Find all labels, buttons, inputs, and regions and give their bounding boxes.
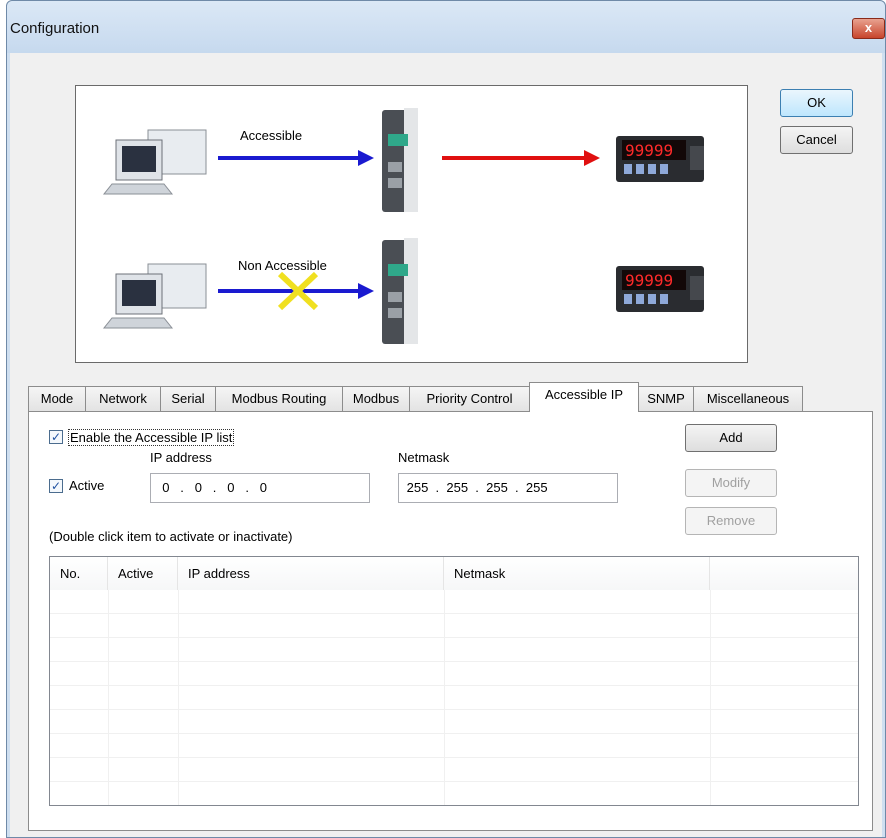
computer-icon (102, 129, 207, 195)
tab-modbus-routing[interactable]: Modbus Routing (215, 386, 343, 411)
column-header-ip-address[interactable]: IP address (178, 557, 444, 590)
close-icon: x (864, 20, 873, 35)
empty-row (50, 638, 858, 662)
modify-button[interactable]: Modify (685, 469, 777, 497)
meter-display: 99999 (625, 141, 673, 160)
accessible-ip-list[interactable]: No. Active IP address Netmask (49, 556, 859, 806)
add-button[interactable]: Add (685, 424, 777, 452)
computer-icon (102, 263, 207, 329)
dialog-client: 99999 Accessible Non Accessible 99999 OK… (10, 53, 882, 837)
window-title: Configuration (10, 20, 100, 37)
tab-modbus[interactable]: Modbus (342, 386, 410, 411)
close-button[interactable]: x (852, 18, 885, 39)
tab-priority-control[interactable]: Priority Control (409, 386, 530, 411)
gateway-device-icon (382, 108, 418, 212)
ip-address-label: IP address (150, 450, 212, 465)
active-checkbox[interactable]: ✓ (49, 479, 63, 493)
tab-network[interactable]: Network (85, 386, 161, 411)
remove-button[interactable]: Remove (685, 507, 777, 535)
configuration-dialog: Configuration x 99999 Accessible Non Acc… (6, 0, 886, 838)
empty-row (50, 590, 858, 614)
accessible-label: Accessible (240, 128, 302, 143)
empty-row (50, 710, 858, 734)
empty-row (50, 734, 858, 758)
accessible-ip-diagram: 99999 Accessible Non Accessible 99999 (75, 85, 748, 363)
tab-snmp[interactable]: SNMP (638, 386, 694, 411)
column-header-active[interactable]: Active (108, 557, 178, 590)
ip-address-input[interactable]: 0 . 0 . 0 . 0 (150, 473, 370, 503)
active-label: Active (69, 478, 105, 493)
empty-row (50, 614, 858, 638)
gateway-device-icon (382, 238, 418, 344)
meter-icon: 99999 (616, 266, 704, 312)
empty-row (50, 686, 858, 710)
list-header: No. Active IP address Netmask (50, 557, 858, 590)
ok-button[interactable]: OK (780, 89, 853, 117)
empty-row (50, 782, 858, 805)
column-header-no[interactable]: No. (50, 557, 108, 590)
netmask-input[interactable]: 255 . 255 . 255 . 255 (398, 473, 618, 503)
tab-strip: Mode Network Serial Modbus Routing Modbu… (28, 382, 808, 412)
column-header-netmask[interactable]: Netmask (444, 557, 710, 590)
title-bar[interactable]: Configuration x (7, 1, 885, 53)
empty-row (50, 662, 858, 686)
column-header-empty (710, 557, 858, 590)
tab-miscellaneous[interactable]: Miscellaneous (693, 386, 803, 411)
double-click-hint: (Double click item to activate or inacti… (49, 529, 293, 544)
accessible-ip-panel: ✓ Enable the Accessible IP list IP addre… (28, 411, 873, 831)
tab-accessible-ip[interactable]: Accessible IP (529, 382, 639, 412)
meter-icon: 99999 (616, 136, 704, 182)
cancel-button[interactable]: Cancel (780, 126, 853, 154)
enable-accessible-ip-checkbox[interactable]: ✓ (49, 430, 63, 444)
tab-serial[interactable]: Serial (160, 386, 216, 411)
empty-row (50, 758, 858, 782)
diagram-illustration: 99999 Accessible Non Accessible 99999 (102, 108, 704, 344)
meter-display: 99999 (625, 271, 673, 290)
enable-accessible-ip-label[interactable]: Enable the Accessible IP list (68, 429, 235, 446)
netmask-label: Netmask (398, 450, 450, 465)
non-accessible-label: Non Accessible (238, 258, 327, 273)
tab-mode[interactable]: Mode (28, 386, 86, 411)
